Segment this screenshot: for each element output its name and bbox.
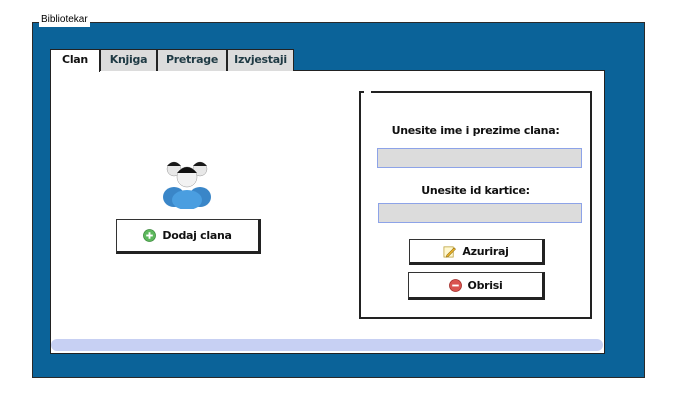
tab-clan[interactable]: Clan [50, 49, 100, 72]
update-button[interactable]: Azuriraj [409, 239, 545, 265]
window-title: Bibliotekar [39, 13, 90, 27]
name-input[interactable] [377, 148, 582, 168]
group-box-title-gap [364, 89, 371, 94]
card-id-label: Unesite id kartice: [421, 184, 530, 197]
tab-pretrage[interactable]: Pretrage [157, 49, 227, 71]
pencil-edit-icon [443, 245, 457, 257]
users-icon [163, 161, 211, 209]
delete-button[interactable]: Obrisi [408, 272, 545, 300]
horizontal-scrollbar[interactable] [51, 339, 603, 351]
add-member-button[interactable]: Dodaj clana [116, 219, 261, 254]
delete-label: Obrisi [467, 278, 503, 292]
card-id-input[interactable] [378, 203, 582, 223]
add-member-label: Dodaj clana [162, 229, 232, 242]
update-label: Azuriraj [462, 244, 509, 258]
name-label: Unesite ime i prezime clana: [391, 124, 560, 137]
tab-knjiga[interactable]: Knjiga [100, 49, 157, 71]
remove-icon [448, 278, 462, 292]
add-icon [143, 229, 157, 242]
tab-izvjestaji[interactable]: Izvjestaji [227, 49, 294, 71]
